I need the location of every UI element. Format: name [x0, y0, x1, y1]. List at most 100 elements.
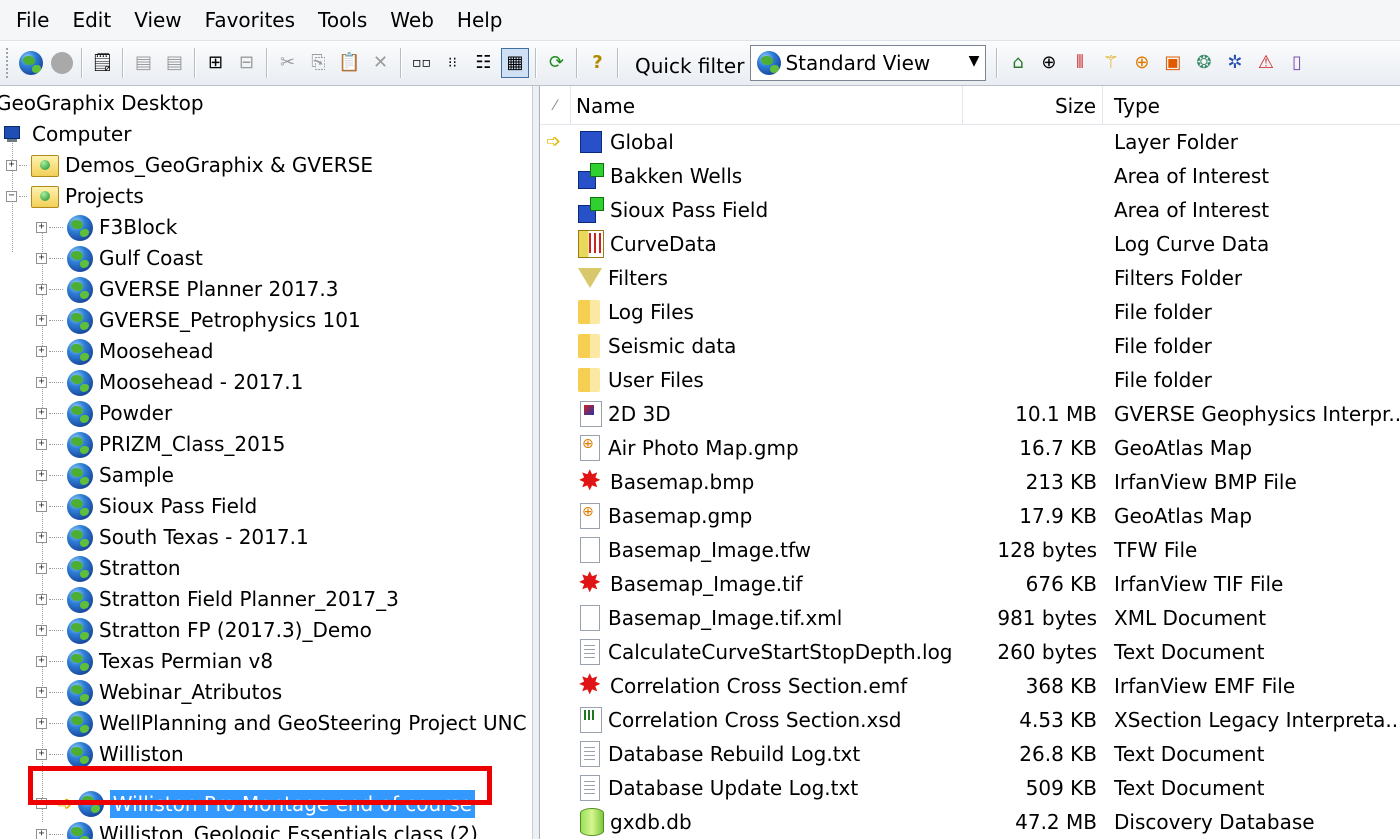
layout-button[interactable]: ⊞ — [202, 48, 229, 78]
tree-root[interactable]: GeoGraphix Desktop — [0, 88, 204, 119]
list-item[interactable]: gxdb.db 47.2 MB Discovery Database — [540, 805, 1400, 839]
tree-item-project[interactable]: + South Texas - 2017.1 — [36, 522, 309, 553]
tree-item-project[interactable]: + GVERSE Planner 2017.3 — [36, 274, 339, 305]
tree-item-project[interactable]: + WellPlanning and GeoSteering Project UN… — [36, 708, 532, 739]
list-item[interactable]: Basemap_Image.tif.xml 981 bytes XML Docume… — [540, 601, 1400, 635]
list-item[interactable]: Basemap_Image.tfw 128 bytes TFW File — [540, 533, 1400, 567]
layout-copy-button[interactable]: ⊟ — [233, 48, 260, 78]
list-item[interactable]: Database Update Log.txt 509 KB Text Docume… — [540, 771, 1400, 805]
expand-plus-icon[interactable]: + — [36, 501, 47, 512]
expand-plus-icon[interactable]: + — [36, 656, 47, 667]
expand-plus-icon[interactable]: + — [36, 532, 47, 543]
expand-plus-icon[interactable]: + — [36, 253, 47, 264]
expand-plus-icon[interactable]: + — [36, 439, 47, 450]
expand-plus-icon[interactable]: + — [36, 563, 47, 574]
details-view-button[interactable]: ▦ — [501, 48, 529, 78]
tree-item-project[interactable]: + GVERSE_Petrophysics 101 — [36, 305, 361, 336]
tree-item-project[interactable]: + Sample — [36, 460, 174, 491]
menu-help[interactable]: Help — [444, 0, 513, 40]
geoatlas-button[interactable]: ⊕ — [1128, 48, 1155, 78]
stop-button[interactable] — [48, 48, 75, 78]
tree-item-demos[interactable]: + Demos_GeoGraphix & GVERSE — [6, 150, 373, 181]
menu-edit[interactable]: Edit — [59, 0, 121, 40]
tree-item-selected[interactable]: + ➩ Williston Pro Montage end of course — [36, 788, 476, 819]
seismic-button[interactable]: ❂ — [1190, 48, 1217, 78]
expand-plus-icon[interactable]: + — [36, 687, 47, 698]
menu-file[interactable]: File — [0, 0, 59, 40]
pane-splitter[interactable] — [533, 86, 540, 839]
list-item[interactable]: Database Rebuild Log.txt 26.8 KB Text Docu… — [540, 737, 1400, 771]
tree-item-project[interactable]: + PRIZM_Class_2015 — [36, 429, 285, 460]
list-item[interactable]: Sioux Pass Field Area of Interest — [540, 193, 1400, 227]
delete-button[interactable]: ✕ — [367, 48, 394, 78]
globe-button[interactable] — [17, 48, 44, 78]
tree-item-project[interactable]: + Texas Permian v8 — [36, 646, 273, 677]
tree-item-project[interactable]: + Gulf Coast — [36, 243, 203, 274]
collapse-minus-icon[interactable]: − — [6, 191, 17, 202]
file-list[interactable]: ⁄ Name Size Type ➩ Global Layer Folder Bakk… — [540, 86, 1400, 839]
tree-item-project[interactable]: + Webinar_Atributos — [36, 677, 282, 708]
tree-item-project[interactable]: + Stratton — [36, 553, 181, 584]
copy-button[interactable]: ⎘ — [305, 48, 332, 78]
tree-item-project[interactable]: + Sioux Pass Field — [36, 491, 257, 522]
home-button[interactable]: ⌂ — [1004, 48, 1031, 78]
expand-plus-icon[interactable]: + — [36, 315, 47, 326]
column-header-size[interactable]: Size — [963, 86, 1103, 124]
expand-plus-icon[interactable]: + — [36, 718, 47, 729]
expand-plus-icon[interactable]: + — [36, 284, 47, 295]
well-button[interactable]: ⊕ — [1035, 48, 1062, 78]
list-item[interactable]: Basemap_Image.tif 676 KB IrfanView TIF Fil… — [540, 567, 1400, 601]
list-item[interactable]: Seismic data File folder — [540, 329, 1400, 363]
list-view-button[interactable]: ☷ — [470, 48, 497, 78]
folder-tree[interactable]: GeoGraphix Desktop Computer + Demos_GeoG… — [0, 86, 533, 839]
expand-plus-icon[interactable]: + — [36, 377, 47, 388]
presentation-button[interactable]: ▣ — [1159, 48, 1186, 78]
list-item[interactable]: 2D 3D 10.1 MB GVERSE Geophysics Interpr... — [540, 397, 1400, 431]
small-icons-button[interactable]: ⁝⁝ — [439, 48, 466, 78]
tree-item-project[interactable]: + F3Block — [36, 212, 177, 243]
tree-item-project[interactable]: + Williston — [36, 739, 184, 770]
cut-button[interactable]: ✂ — [274, 48, 301, 78]
help-button[interactable]: ? — [584, 48, 611, 78]
network-button[interactable]: ✲ — [1221, 48, 1248, 78]
tree-item-project[interactable]: + Moosehead — [36, 336, 213, 367]
expand-plus-icon[interactable]: + — [36, 829, 47, 839]
toolbar-grip[interactable] — [6, 48, 11, 78]
list-item[interactable]: Correlation Cross Section.emf 368 KB Irfan… — [540, 669, 1400, 703]
expand-plus-icon[interactable]: + — [36, 625, 47, 636]
list-item[interactable]: CurveData Log Curve Data — [540, 227, 1400, 261]
list-item[interactable]: CalculateCurveStartStopDepth.log 260 byte… — [540, 635, 1400, 669]
expand-plus-icon[interactable]: + — [36, 470, 47, 481]
paste-button[interactable]: 📋 — [336, 48, 363, 78]
document-p-button[interactable]: ▯ — [1283, 48, 1310, 78]
new-copy-button[interactable]: ▤ — [161, 48, 188, 78]
menu-favorites[interactable]: Favorites — [192, 0, 305, 40]
menu-web[interactable]: Web — [377, 0, 444, 40]
list-item[interactable]: Basemap.gmp 17.9 KB GeoAtlas Map — [540, 499, 1400, 533]
menu-view[interactable]: View — [121, 0, 191, 40]
list-item[interactable]: User Files File folder — [540, 363, 1400, 397]
column-header-name[interactable]: Name — [576, 86, 963, 124]
list-item[interactable]: Bakken Wells Area of Interest — [540, 159, 1400, 193]
expand-plus-icon[interactable]: + — [36, 798, 47, 809]
list-item[interactable]: Basemap.bmp 213 KB IrfanView BMP File — [540, 465, 1400, 499]
dropdown-arrow-icon[interactable]: ▼ — [969, 53, 980, 69]
list-item[interactable]: ➩ Global Layer Folder — [540, 125, 1400, 159]
triangle-button[interactable]: ⚠ — [1252, 48, 1279, 78]
expand-plus-icon[interactable]: + — [36, 594, 47, 605]
view-dropdown[interactable]: Standard View ▼ — [750, 45, 987, 81]
new-button[interactable]: ▤ — [130, 48, 157, 78]
properties-button[interactable]: 🗒 — [89, 48, 116, 78]
tree-item-project[interactable]: + Williston_Geologic Essentials class (2… — [36, 819, 478, 839]
expand-plus-icon[interactable]: + — [36, 749, 47, 760]
expand-plus-icon[interactable]: + — [6, 160, 17, 171]
refresh-button[interactable]: ⟳ — [543, 48, 570, 78]
list-item[interactable]: Filters Filters Folder — [540, 261, 1400, 295]
tree-item-project[interactable]: + Moosehead - 2017.1 — [36, 367, 303, 398]
expand-plus-icon[interactable]: + — [36, 346, 47, 357]
tree-item-project[interactable]: + Stratton FP (2017.3)_Demo — [36, 615, 372, 646]
expand-plus-icon[interactable]: + — [36, 408, 47, 419]
tree-item-project[interactable]: + Powder — [36, 398, 172, 429]
tree-item-computer[interactable]: Computer — [4, 119, 131, 150]
list-item[interactable]: Air Photo Map.gmp 16.7 KB GeoAtlas Map — [540, 431, 1400, 465]
